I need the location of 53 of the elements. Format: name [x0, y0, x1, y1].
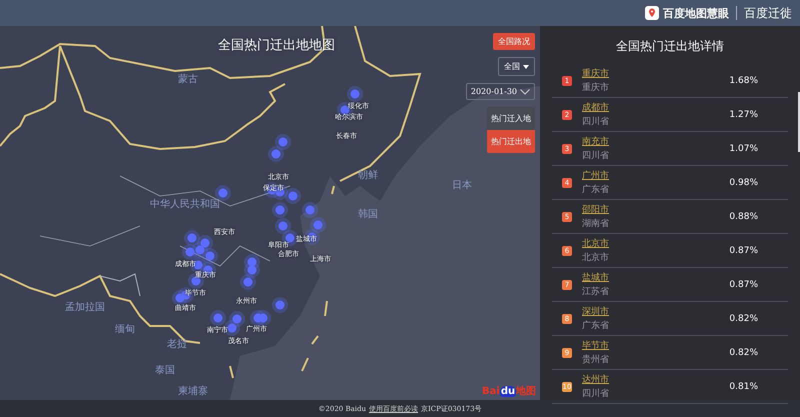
share-value: 1.27%: [729, 110, 758, 120]
country-label: 日本: [452, 178, 472, 192]
country-label: 孟加拉国: [65, 300, 105, 314]
share-value: 1.68%: [729, 76, 758, 86]
share-value: 0.98%: [729, 178, 758, 188]
chevron-down-icon: [520, 88, 530, 94]
map-pin-icon: [645, 6, 659, 20]
province-text: 北京市: [582, 252, 610, 264]
province-text: 四川省: [582, 150, 610, 162]
city-link[interactable]: 广州市: [582, 169, 730, 182]
traffic-button[interactable]: 全国路况: [493, 33, 535, 50]
province-text: 四川省: [582, 388, 610, 400]
share-value: 0.81%: [729, 382, 758, 392]
city-link[interactable]: 达州市: [582, 373, 730, 386]
country-label: 韩国: [358, 208, 378, 221]
share-value: 1.07%: [729, 144, 758, 154]
province-text: 广东省: [582, 320, 610, 332]
direction-tab[interactable]: 热门迁出地: [487, 130, 535, 153]
direction-tab[interactable]: 热门迁入地: [487, 107, 535, 130]
province-text: 湖南省: [582, 218, 610, 230]
province-text: 四川省: [582, 116, 610, 128]
city-link[interactable]: 盐城市: [582, 271, 730, 284]
city-link[interactable]: 深圳市: [582, 305, 730, 318]
country-label: 朝鲜: [358, 168, 378, 182]
share-value: 0.87%: [729, 246, 758, 256]
country-label: 柬埔寨: [178, 384, 208, 398]
share-value: 0.87%: [729, 280, 758, 290]
city-link[interactable]: 重庆市: [582, 67, 730, 80]
country-label: 老挝: [167, 338, 187, 351]
city-link[interactable]: 成都市: [582, 101, 730, 114]
province-text: 江苏省: [582, 286, 610, 298]
caret-icon: [523, 64, 529, 68]
brand-name: 百度地图慧眼: [663, 6, 729, 20]
country-label: 蒙古: [178, 72, 198, 86]
map-logo: Baidu地图: [482, 384, 536, 398]
scrollbar[interactable]: [798, 92, 800, 152]
region-select[interactable]: 全国: [498, 57, 535, 76]
country-label: 泰国: [155, 364, 175, 377]
share-value: 0.88%: [729, 212, 758, 222]
date-picker[interactable]: 2020-01-30: [466, 83, 535, 100]
country-label: 中华人民共和国: [150, 198, 220, 211]
city-link[interactable]: 北京市: [582, 237, 730, 250]
city-link[interactable]: 南充市: [582, 135, 730, 148]
city-link[interactable]: 毕节市: [582, 339, 730, 352]
share-value: 0.82%: [729, 314, 758, 324]
country-label: 缅甸: [115, 323, 135, 336]
city-link[interactable]: 邵阳市: [582, 203, 730, 216]
province-text: 贵州省: [582, 354, 610, 366]
share-value: 0.82%: [729, 348, 758, 358]
product-name: 百度迁徙: [744, 4, 792, 22]
province-text: 广东省: [582, 184, 610, 196]
panel-title: 全国热门迁出地详情: [616, 38, 724, 55]
province-text: 重庆市: [582, 82, 610, 94]
